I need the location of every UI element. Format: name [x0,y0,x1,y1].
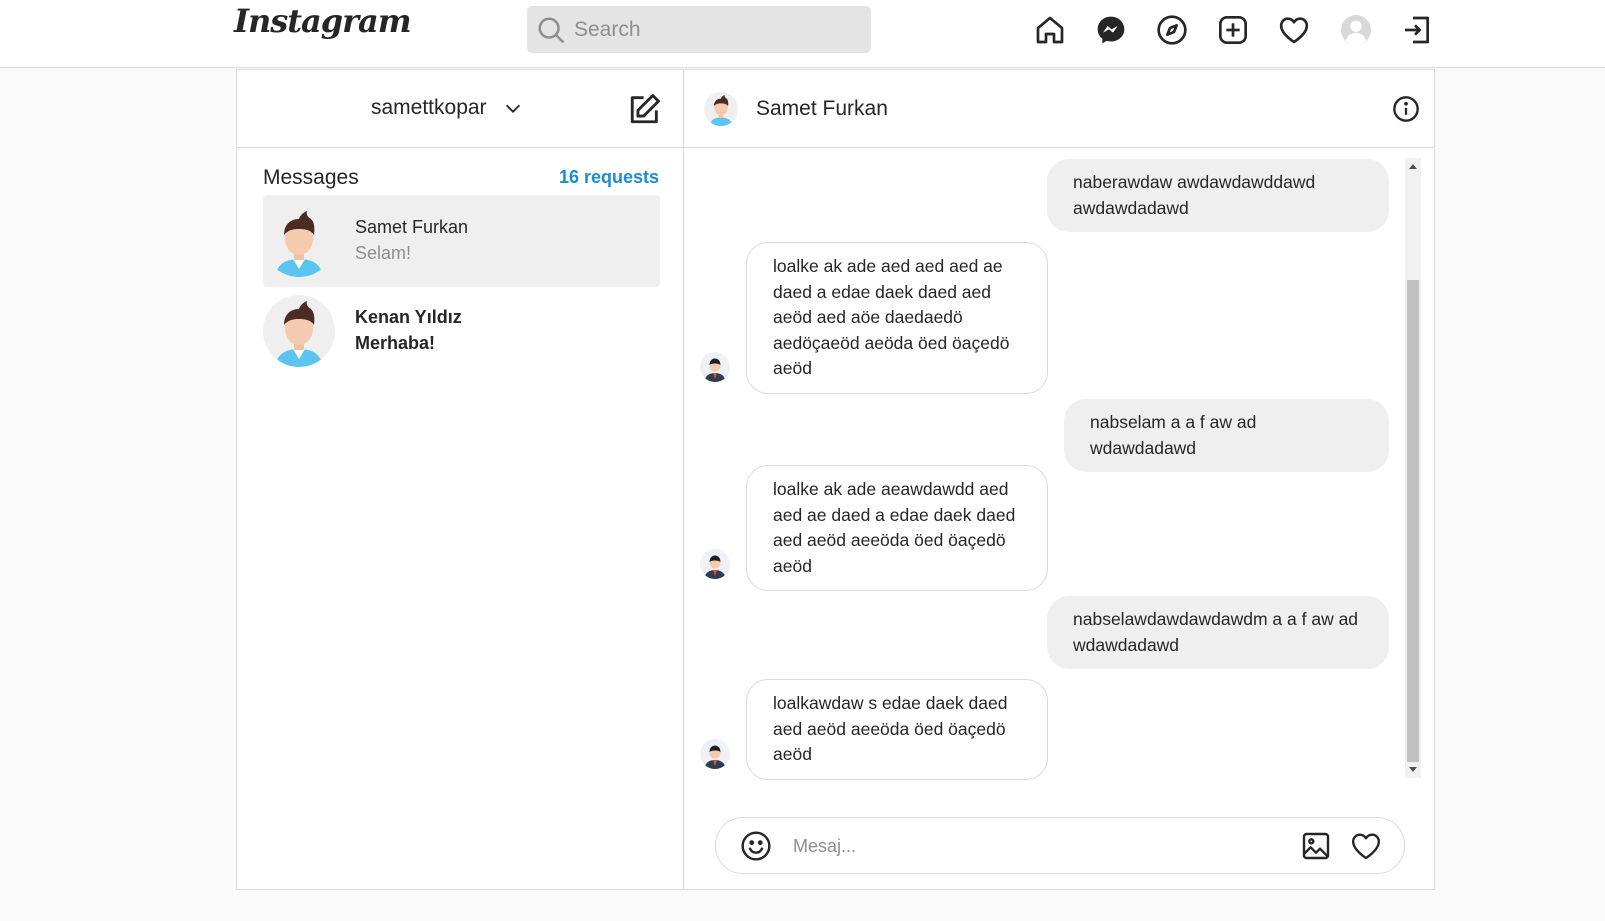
scrollbar-thumb[interactable] [1407,280,1419,762]
chat-pane: Samet Furkan naberawdaw awdawdawddawd aw… [684,70,1434,889]
conversation-item[interactable]: Samet Furkan Selam! [263,195,660,287]
message-requests-link[interactable]: 16 requests [559,167,659,188]
explore-button[interactable] [1155,13,1189,47]
message-bubble-sent: nabselam a a f aw ad wdawdadawd [1064,399,1389,472]
scroll-up-arrow-icon[interactable] [1409,164,1417,169]
message-bubble-received: loalke ak ade aed aed aed ae daed a edae… [746,242,1048,394]
message-thread: naberawdaw awdawdawddawd awdawdadawd loa… [684,158,1404,780]
search-icon [538,17,565,43]
new-post-icon [1219,16,1247,44]
message-bubble-received: loalke ak ade aeawdawdd aed aed ae daed … [746,465,1048,591]
messenger-icon [1097,16,1125,44]
conversation-preview: Selam! [355,243,412,263]
emoji-icon[interactable] [740,830,772,862]
message-bubble-sent: naberawdaw awdawdawddawd awdawdadawd [1047,159,1389,232]
account-username: samettkopar [371,96,487,119]
home-icon [1036,16,1064,44]
compose-icon[interactable] [628,92,662,126]
conversations-sidebar: samettkopar Messages 16 requests Samet F… [237,70,684,889]
avatar [263,205,335,277]
message-bubble-sent: nabselawdawdawdawdm a a f aw ad wdawdada… [1047,596,1389,669]
search-bar[interactable] [527,6,871,53]
conversation-name: Samet Furkan [355,217,469,237]
instagram-logo[interactable]: Instagram [234,2,412,40]
logout-icon [1405,16,1429,44]
top-navbar: Instagram [0,0,1605,68]
avatar [263,295,335,367]
image-upload-icon[interactable] [1300,830,1332,862]
direct-inbox-panel: samettkopar Messages 16 requests Samet F… [236,69,1435,890]
conversation-item[interactable]: Kenan Yıldız Merhaba! [263,285,660,377]
conversation-name: Kenan Yıldız [355,307,462,327]
search-input[interactable] [574,17,854,42]
explore-icon [1157,15,1187,45]
sender-avatar [700,739,730,769]
profile-button[interactable] [1339,13,1373,47]
message-composer [715,817,1405,874]
chat-contact-avatar[interactable] [704,92,738,126]
message-input[interactable] [793,834,1273,858]
scroll-down-arrow-icon[interactable] [1409,767,1417,772]
info-icon[interactable] [1392,95,1420,123]
thread-scrollbar[interactable] [1405,158,1421,778]
home-button[interactable] [1033,13,1067,47]
conversation-preview: Merhaba! [355,333,436,353]
activity-button[interactable] [1277,13,1311,47]
chevron-down-icon [505,104,520,113]
messages-heading: Messages [263,166,359,189]
logout-button[interactable] [1400,13,1434,47]
profile-avatar [1340,14,1372,46]
message-bubble-received: loalkawdaw s edae daek daed aed aeöd aee… [746,679,1048,780]
chat-header: Samet Furkan [684,70,1434,148]
like-heart-icon[interactable] [1350,830,1382,862]
new-post-button[interactable] [1216,13,1250,47]
chat-contact-name[interactable]: Samet Furkan [756,97,888,121]
sender-avatar [700,549,730,579]
account-switcher[interactable]: samettkopar [371,96,524,120]
activity-heart-icon [1279,17,1309,44]
sender-avatar [700,352,730,382]
sidebar-header: samettkopar [237,70,683,148]
messenger-button[interactable] [1094,13,1128,47]
